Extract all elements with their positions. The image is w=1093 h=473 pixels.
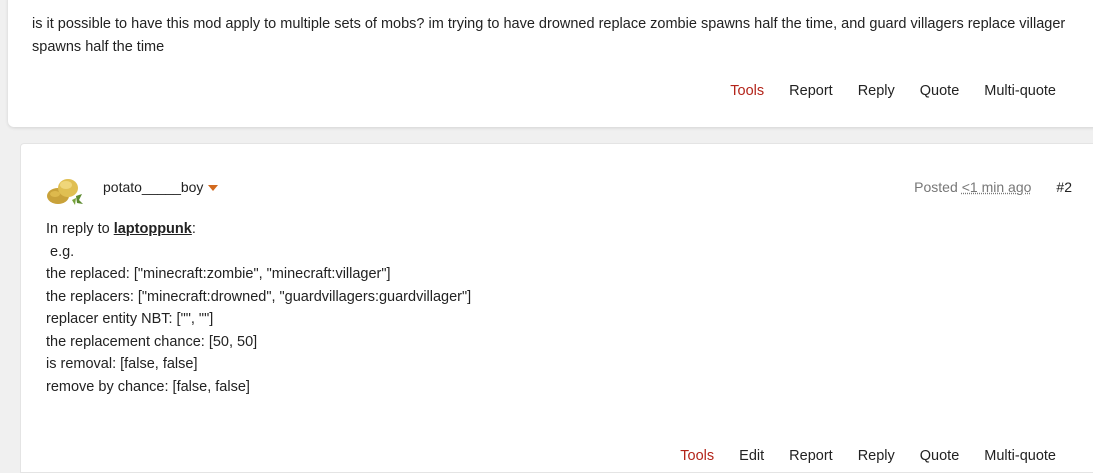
reply-prefix: In reply to — [46, 221, 114, 237]
content-line: replacer entity NBT: ["", ""] — [46, 311, 214, 327]
content-line: the replaced: ["minecraft:zombie", "mine… — [46, 266, 391, 282]
multi-quote-button[interactable]: Multi-quote — [984, 448, 1056, 464]
edit-button[interactable]: Edit — [739, 448, 764, 464]
post-number[interactable]: #2 — [1056, 179, 1072, 195]
reply-header: In reply to laptoppunk: — [46, 218, 946, 241]
content-line: is removal: [false, false] — [46, 356, 198, 372]
mention-suffix: : — [191, 221, 196, 237]
username-menu[interactable]: potato_____boy — [103, 179, 219, 195]
content-line: e.g. — [46, 243, 75, 260]
content-line: the replacers: ["minecraft:drowned", "gu… — [46, 288, 472, 305]
username: potato_____boy — [103, 179, 204, 195]
content-line: the replacement chance: [50, 50] — [46, 333, 258, 350]
chevron-down-icon — [208, 184, 219, 191]
avatar[interactable] — [46, 174, 84, 208]
post-2-actions: Tools Edit Report Reply Quote Multi-quot… — [655, 448, 1056, 464]
reply-button[interactable]: Reply — [858, 448, 895, 464]
reply-button[interactable]: Reply — [858, 83, 895, 99]
post-1-actions: Tools Report Reply Quote Multi-quote — [705, 83, 1056, 99]
quote-button[interactable]: Quote — [920, 448, 960, 464]
post-2: potato_____boy Posted <1 min ago #2 In r… — [20, 143, 1093, 473]
tools-button[interactable]: Tools — [680, 448, 714, 464]
post-1-body: is it possible to have this mod apply to… — [32, 16, 1066, 55]
post-time[interactable]: <1 min ago — [962, 179, 1032, 195]
multi-quote-button[interactable]: Multi-quote — [984, 83, 1056, 99]
content-line: remove by chance: [false, false] — [46, 378, 250, 395]
tools-button[interactable]: Tools — [730, 83, 764, 99]
post-meta: Posted <1 min ago #2 — [914, 179, 1072, 195]
report-button[interactable]: Report — [789, 448, 833, 464]
post-1: is it possible to have this mod apply to… — [8, 0, 1093, 127]
post-2-body: In reply to laptoppunk: e.g. the replace… — [46, 218, 946, 398]
quote-button[interactable]: Quote — [920, 83, 960, 99]
mention-link[interactable]: laptoppunk — [114, 221, 192, 237]
posted-label: Posted — [914, 179, 958, 195]
report-button[interactable]: Report — [789, 83, 833, 99]
